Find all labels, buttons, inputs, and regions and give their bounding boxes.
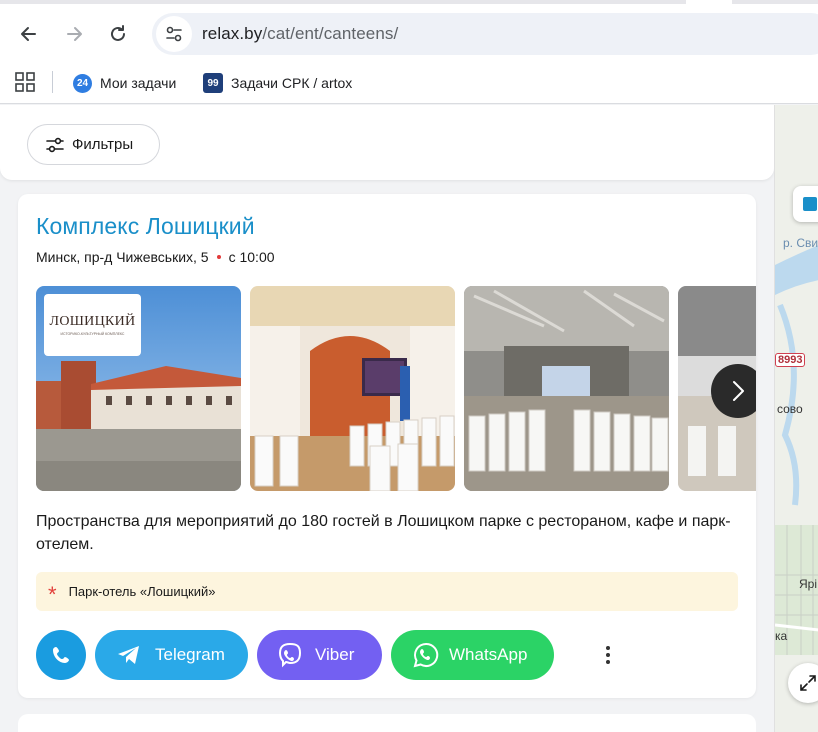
listing-note: * Парк-отель «Лошицкий»	[36, 572, 738, 611]
tasks-badge-icon: 24	[73, 73, 92, 93]
browser-toolbar: relax.by/cat/ent/canteens/	[0, 0, 818, 62]
next-listing-card	[18, 714, 756, 732]
filters-button[interactable]: Фильтры	[27, 124, 160, 165]
logo-text: ЛОШИЦКИЙ	[49, 314, 136, 329]
logo-subtext: ИСТОРИКО-КУЛЬТУРНЫЙ КОМПЛЕКС	[60, 332, 125, 336]
arrow-right-icon	[67, 27, 82, 41]
sliders-icon	[46, 137, 64, 152]
url-host: relax.by	[202, 24, 263, 43]
listing-address: Минск, пр-д Чижевських, 5	[36, 249, 209, 265]
srk-badge-icon: 99	[203, 73, 223, 93]
checkbox-icon	[803, 197, 817, 211]
photo-gallery: ЛОШИЦКИЙ ИСТОРИКО-КУЛЬТУРНЫЙ КОМПЛЕКС	[36, 286, 756, 491]
map-label: Ярі	[799, 577, 818, 591]
listing-title[interactable]: Комплекс Лошицкий	[36, 213, 255, 240]
tab-strip-edge	[0, 0, 686, 4]
back-button[interactable]	[14, 19, 44, 49]
more-dot	[606, 660, 610, 664]
whatsapp-label: WhatsApp	[449, 645, 528, 664]
phone-icon	[53, 647, 69, 663]
forward-button[interactable]	[59, 19, 89, 49]
reload-button[interactable]	[103, 19, 133, 49]
more-dot	[606, 653, 610, 657]
photo-exterior[interactable]: ЛОШИЦКИЙ ИСТОРИКО-КУЛЬТУРНЫЙ КОМПЛЕКС	[36, 286, 241, 491]
bookmark-my-tasks[interactable]: 24 Мои задачи	[73, 70, 176, 96]
asterisk-icon: *	[48, 581, 57, 607]
telegram-button[interactable]: Telegram	[95, 630, 248, 680]
listing-card: Комплекс Лошицкий Минск, пр-д Чижевських…	[18, 194, 756, 698]
chevron-right-icon	[733, 381, 744, 401]
viber-icon	[278, 642, 302, 668]
road-number-badge: 8993	[775, 353, 806, 367]
whatsapp-button[interactable]: WhatsApp	[391, 630, 554, 680]
photo-hall-stage[interactable]	[250, 286, 455, 491]
site-info-button[interactable]	[156, 16, 192, 52]
note-text: Парк-отель «Лошицкий»	[68, 584, 216, 599]
map-panel[interactable]: р. Сви 8993 сово Ярі ка	[774, 105, 818, 732]
apps-grid-icon[interactable]	[15, 72, 35, 92]
bookmarks-bar: 24 Мои задачи 99 Задачи СРК / artox	[0, 62, 818, 104]
gallery-next-button[interactable]	[711, 364, 756, 418]
bookmark-label: Задачи СРК / artox	[231, 75, 353, 91]
tune-icon	[166, 26, 182, 42]
bookmark-srk-tasks[interactable]: 99 Задачи СРК / artox	[203, 70, 352, 96]
page-content: Фильтры Комплекс Лошицкий Минск, пр-д Чи…	[0, 105, 774, 732]
filter-bar: Фильтры	[0, 105, 774, 180]
arrow-left-icon	[21, 27, 36, 41]
map-label: ка	[775, 629, 788, 643]
bookmark-label: Мои задачи	[100, 75, 177, 91]
tab-strip-edge	[732, 0, 818, 4]
address-bar[interactable]: relax.by/cat/ent/canteens/	[152, 13, 818, 55]
filters-label: Фильтры	[72, 136, 134, 153]
listing-hours: с 10:00	[228, 249, 275, 265]
map-layer-toggle[interactable]	[793, 186, 818, 222]
listing-meta: Минск, пр-д Чижевських, 5 с 10:00	[36, 249, 275, 265]
separator-dot	[216, 255, 221, 259]
url-text: relax.by/cat/ent/canteens/	[202, 24, 398, 44]
whatsapp-icon	[413, 642, 439, 668]
more-dot	[606, 646, 610, 650]
expand-icon	[800, 675, 816, 691]
phone-button[interactable]	[36, 630, 86, 680]
viber-label: Viber	[315, 645, 355, 664]
viber-button[interactable]: Viber	[257, 630, 382, 680]
telegram-icon	[118, 646, 139, 664]
map-label: р. Сви	[783, 236, 818, 250]
reload-icon	[111, 25, 125, 41]
more-options-button[interactable]	[596, 630, 620, 680]
map-label: сово	[777, 402, 803, 416]
telegram-label: Telegram	[155, 645, 225, 664]
bookmarks-separator	[52, 71, 53, 93]
logo-badge: ЛОШИЦКИЙ ИСТОРИКО-КУЛЬТУРНЫЙ КОМПЛЕКС	[44, 294, 141, 356]
url-path: /cat/ent/canteens/	[262, 24, 399, 43]
listing-description: Пространства для мероприятий до 180 гост…	[36, 513, 731, 553]
photo-banquet-hall[interactable]	[464, 286, 669, 491]
